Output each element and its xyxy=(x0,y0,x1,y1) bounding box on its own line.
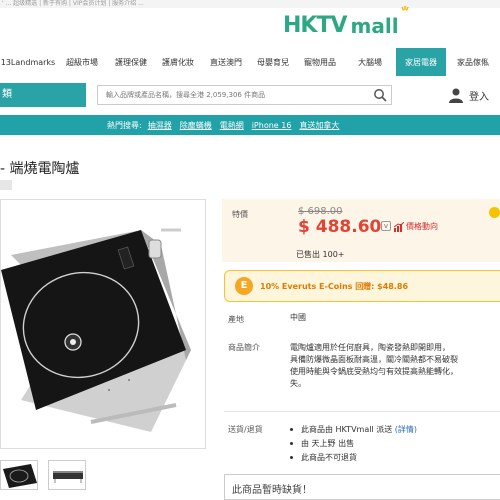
category-13landmarks[interactable]: 13Landmarks xyxy=(0,48,56,76)
logo-spark-icon xyxy=(401,6,409,11)
login-button[interactable]: 登入 xyxy=(448,86,489,104)
product-title: - 端燒電陶爐 xyxy=(0,161,80,177)
category-beauty[interactable]: 護膚化妝 xyxy=(154,48,202,76)
shipping-item: 由 天上野 出售 xyxy=(290,436,417,450)
category-pets[interactable]: 寵物用品 xyxy=(296,48,344,76)
price-trend-label: 價格動向 xyxy=(406,222,438,231)
bullet-dot xyxy=(290,455,293,459)
search-icon[interactable] xyxy=(373,88,387,102)
hot-search-keyword[interactable]: 除塵蟎機 xyxy=(180,120,212,131)
product-thumbnail[interactable] xyxy=(0,460,38,490)
bar-chart-icon xyxy=(394,221,404,232)
category-macau[interactable]: 直送澳門 xyxy=(202,48,250,76)
category-supermarket[interactable]: 超級市場 xyxy=(56,48,108,76)
out-of-stock-box: 此商品暫時缺貨！ xyxy=(224,474,500,500)
logo-mall: mall xyxy=(350,14,399,38)
shipping-label: 送貨/退貨 xyxy=(228,425,263,434)
department-menu-button[interactable]: 類 xyxy=(0,83,86,107)
hktvmall-logo[interactable]: HKTV mall xyxy=(283,6,409,38)
product-thumbnail[interactable] xyxy=(48,460,86,490)
price-info-icon[interactable]: v xyxy=(381,221,391,231)
hot-search-bar: 熱門搜尋: 抽濕器 除塵蟎機 電熱網 iPhone 16 直送加拿大 xyxy=(0,115,500,135)
hot-search-label: 熱門搜尋: xyxy=(107,120,142,130)
product-page: ' ... 超级精选 | 新于有购 | VIP会员计划 | 服务介绍 ... H… xyxy=(0,0,500,500)
description-line: 具備防爆微晶面板耐高溫，關冷關熱都不易破裂 xyxy=(290,355,458,364)
special-price-label: 特價 xyxy=(232,210,248,219)
induction-cooker-image xyxy=(1,228,191,432)
ecoin-rebate-banner[interactable]: E 10% Everuts E-Coins 回贈: $48.86 xyxy=(224,270,500,302)
original-price: $ 698.00 xyxy=(298,206,343,217)
category-baby[interactable]: 母嬰育兒 xyxy=(250,48,296,76)
hot-search-keyword[interactable]: 電熱網 xyxy=(220,120,244,131)
hot-search-keyword[interactable]: iPhone 16 xyxy=(252,121,292,130)
shipping-text: 此商品不可退貨 xyxy=(301,452,357,462)
shipping-item: 此商品由 HKTVmall 派送 (詳情) xyxy=(290,422,417,436)
category-mall[interactable]: 大腦場 xyxy=(344,48,396,76)
product-description: 電陶爐適用於任何廚具，陶瓷發熱即開即用， 具備防爆微晶面板耐高溫，關冷關熱都不易… xyxy=(290,342,500,390)
search-input[interactable]: 輸入品牌或產品名稱，搜尋全港 2,059,306 件商品 xyxy=(97,85,392,105)
shipping-list: 此商品由 HKTVmall 派送 (詳情) 由 天上野 出售 此商品不可退貨 xyxy=(290,422,417,464)
title-badge xyxy=(0,180,12,190)
user-icon xyxy=(449,88,463,103)
hot-search-keyword[interactable]: 抽濕器 xyxy=(148,120,172,131)
notification-dot[interactable] xyxy=(489,207,500,218)
hot-search-keyword[interactable]: 直送加拿大 xyxy=(299,120,339,131)
top-strip-text: ' ... 超级精选 | 新于有购 | VIP会员计划 | 服务介绍 ... xyxy=(2,0,144,7)
login-label: 登入 xyxy=(469,91,489,103)
logo-hktv: HKTV xyxy=(283,13,347,38)
sold-count: 已售出 100+ xyxy=(296,250,345,259)
category-household[interactable]: 家品傢俬 xyxy=(446,48,500,76)
shipping-text: 此商品由 HKTVmall 派送 xyxy=(301,424,393,434)
origin-label: 產地 xyxy=(228,315,244,324)
top-utility-strip: ' ... 超级精选 | 新于有购 | VIP会员计划 | 服务介绍 ... xyxy=(0,0,500,8)
description-line: 電陶爐適用於任何廚具，陶瓷發熱即開即用， xyxy=(290,343,450,352)
category-health[interactable]: 護理保健 xyxy=(108,48,154,76)
ecoin-icon: E xyxy=(235,277,253,295)
thumbnail-image xyxy=(53,471,83,483)
description-line: 使用時能與令鍋底受熱均勻有效提高熱能轉化， xyxy=(290,367,458,376)
price-panel: 特價 $ 698.00 $ 488.60 v 價格動向 xyxy=(222,199,500,262)
bullet-dot xyxy=(290,441,293,445)
out-of-stock-text: 此商品暫時缺貨！ xyxy=(232,485,312,496)
shipping-item: 此商品不可退貨 xyxy=(290,450,417,464)
search-row: 類 輸入品牌或產品名稱，搜尋全港 2,059,306 件商品 登入 xyxy=(0,83,500,110)
category-home-appliances[interactable]: 家居電器 xyxy=(396,48,446,76)
ecoin-text: 10% Everuts E-Coins 回贈: $48.86 xyxy=(260,282,409,291)
divider xyxy=(224,411,500,412)
bullet-dot xyxy=(290,427,293,431)
product-main-image[interactable] xyxy=(0,199,206,449)
category-nav: 13Landmarks 超級市場 護理保健 護膚化妝 直送澳門 母嬰育兒 寵物用… xyxy=(0,48,500,76)
description-line: 失。 xyxy=(290,379,306,388)
price-trend-link[interactable]: 價格動向 xyxy=(394,221,438,232)
shipping-text: 由 天上野 出售 xyxy=(301,438,355,448)
origin-value: 中國 xyxy=(290,313,306,322)
shipping-details-link[interactable]: (詳情) xyxy=(395,424,417,435)
description-label: 商品簡介 xyxy=(228,343,260,352)
thumbnail-image xyxy=(3,464,37,488)
current-price: $ 488.60 xyxy=(298,217,382,237)
